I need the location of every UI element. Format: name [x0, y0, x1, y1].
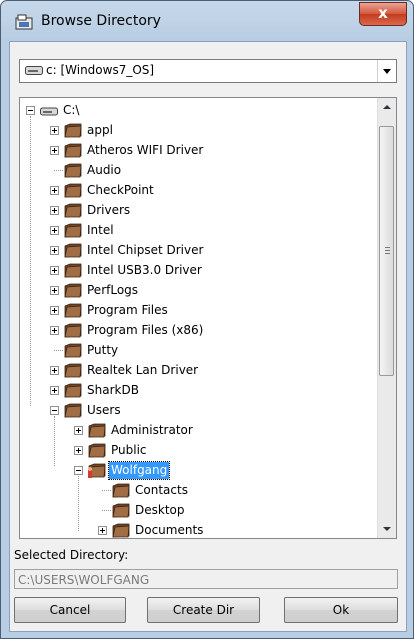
folder-icon: [64, 303, 82, 318]
expand-icon[interactable]: [74, 426, 83, 435]
tree-node-label[interactable]: SharkDB: [85, 382, 141, 399]
folder-icon: [64, 343, 82, 358]
folder-icon: [88, 443, 106, 458]
folder-icon: [112, 503, 130, 518]
expand-icon[interactable]: [50, 386, 59, 395]
vertical-scrollbar[interactable]: [377, 98, 396, 538]
folder-icon: [64, 403, 82, 418]
cancel-button[interactable]: Cancel: [14, 597, 126, 623]
tree-node-label[interactable]: appl: [85, 122, 115, 139]
expand-icon[interactable]: [50, 226, 59, 235]
browse-directory-window: Browse Directory x c: [Windows7_OS] C:\ a…: [0, 0, 414, 639]
expand-icon[interactable]: [74, 446, 83, 455]
folder-icon: [64, 163, 82, 178]
tree-node-label[interactable]: Atheros WIFI Driver: [85, 142, 205, 159]
tree-node-label[interactable]: CheckPoint: [85, 182, 156, 199]
tree-node-label[interactable]: Intel USB3.0 Driver: [85, 262, 204, 279]
tree-connector: [54, 416, 55, 466]
scroll-up-arrow-icon[interactable]: [378, 98, 396, 116]
folder-icon: [88, 423, 106, 438]
tree-connector: [78, 476, 79, 531]
user-folder-icon: [88, 463, 106, 478]
selected-directory-label: Selected Directory:: [14, 548, 129, 562]
tree-node-label[interactable]: Drivers: [85, 202, 132, 219]
expand-icon[interactable]: [50, 206, 59, 215]
tree-node-label[interactable]: Program Files (x86): [85, 322, 205, 339]
tree-connector: [54, 350, 63, 351]
folder-icon: [64, 263, 82, 278]
drive-select[interactable]: c: [Windows7_OS]: [19, 59, 397, 83]
ok-button[interactable]: Ok: [284, 597, 398, 623]
selected-directory-field[interactable]: C:\USERS\WOLFGANG: [14, 569, 398, 589]
window-title: Browse Directory: [41, 13, 161, 29]
drive-icon: [25, 66, 43, 75]
tree-node-label[interactable]: Administrator: [109, 422, 195, 439]
drive-label: c: [Windows7_OS]: [46, 63, 155, 77]
expand-icon[interactable]: [50, 286, 59, 295]
tree-content: C:\ appl Atheros WIFI Driver Audio CheckPoin…: [20, 98, 376, 538]
tree-node-label[interactable]: Public: [109, 442, 149, 459]
tree-node-label[interactable]: Putty: [85, 342, 120, 359]
collapse-icon[interactable]: [74, 466, 83, 475]
create-dir-button[interactable]: Create Dir: [147, 597, 260, 623]
folder-icon: [64, 323, 82, 338]
title-bar[interactable]: Browse Directory x: [1, 1, 413, 41]
folder-icon: [112, 483, 130, 498]
folder-icon: [64, 363, 82, 378]
tree-connector: [102, 490, 111, 491]
folder-icon: [64, 243, 82, 258]
expand-icon[interactable]: [50, 146, 59, 155]
tree-node-label[interactable]: Intel Chipset Driver: [85, 242, 205, 259]
chevron-down-icon[interactable]: [377, 60, 396, 82]
tree-connector: [30, 116, 31, 406]
folder-icon: [64, 223, 82, 238]
tree-node-label[interactable]: C:\: [61, 102, 81, 119]
folder-icon: [64, 203, 82, 218]
directory-tree[interactable]: C:\ appl Atheros WIFI Driver Audio CheckPoin…: [19, 97, 397, 539]
dialog-body: c: [Windows7_OS] C:\ appl Atheros WIFI Dri…: [9, 41, 407, 632]
drive-icon: [40, 103, 58, 118]
expand-icon[interactable]: [50, 306, 59, 315]
tree-connector: [54, 170, 63, 171]
tree-node-label[interactable]: Audio: [85, 162, 123, 179]
folder-icon: [64, 183, 82, 198]
expand-icon[interactable]: [50, 366, 59, 375]
folder-icon: [64, 143, 82, 158]
folder-icon: [112, 523, 130, 538]
folder-icon: [64, 283, 82, 298]
folder-icon: [64, 123, 82, 138]
tree-node-label[interactable]: Users: [85, 402, 123, 419]
tree-node-label[interactable]: PerfLogs: [85, 282, 140, 299]
tree-node-label[interactable]: Desktop: [133, 502, 187, 519]
grip-icon: [385, 247, 390, 254]
expand-icon[interactable]: [50, 186, 59, 195]
expand-icon[interactable]: [50, 126, 59, 135]
tree-connector: [102, 510, 111, 511]
tree-node-label[interactable]: Documents: [133, 522, 205, 538]
scrollbar-thumb[interactable]: [379, 126, 394, 376]
close-button[interactable]: x: [359, 2, 407, 26]
tree-node-label[interactable]: Realtek Lan Driver: [85, 362, 200, 379]
tree-node-label[interactable]: Wolfgang: [107, 461, 171, 480]
tree-node-label[interactable]: Program Files: [85, 302, 170, 319]
collapse-icon[interactable]: [50, 406, 59, 415]
scroll-down-arrow-icon[interactable]: [378, 520, 396, 538]
expand-icon[interactable]: [50, 266, 59, 275]
tree-node-label[interactable]: Intel: [85, 222, 116, 239]
expand-icon[interactable]: [50, 326, 59, 335]
collapse-icon[interactable]: [26, 106, 35, 115]
expand-icon[interactable]: [98, 526, 107, 535]
expand-icon[interactable]: [50, 246, 59, 255]
folder-icon: [64, 383, 82, 398]
tree-node-label[interactable]: Contacts: [133, 482, 190, 499]
app-icon: [15, 14, 33, 30]
